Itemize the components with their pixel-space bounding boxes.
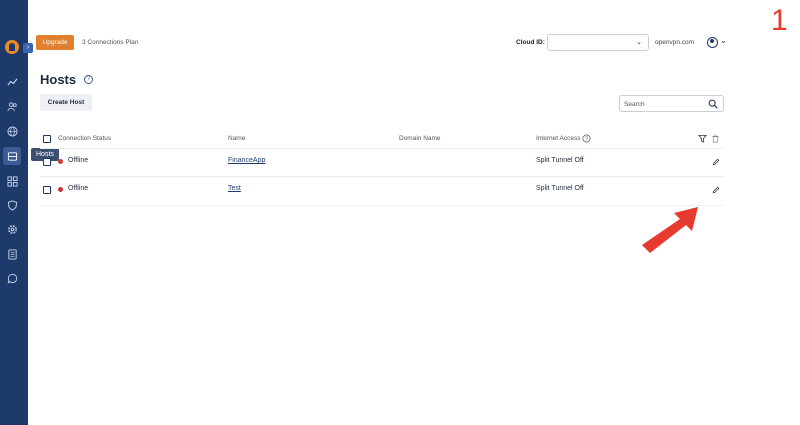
sidebar-expand-icon[interactable]: › <box>23 43 33 53</box>
edit-pencil-icon[interactable] <box>712 158 720 166</box>
row-internet-access: Split Tunnel Off <box>536 185 584 192</box>
header-divider <box>40 148 724 149</box>
chevron-down-icon: ⌄ <box>636 39 642 46</box>
nav-hosts-icon[interactable] <box>3 147 21 165</box>
internet-access-help-icon[interactable]: ? <box>582 134 591 143</box>
upgrade-button[interactable]: Upgrade <box>36 35 74 50</box>
header-internet-access[interactable]: Internet Access <box>536 135 580 142</box>
host-name-link[interactable]: Test <box>228 185 241 192</box>
offline-status-dot <box>58 159 63 164</box>
nav-analytics-icon[interactable] <box>5 74 19 88</box>
plan-text: 3 Connections Plan <box>82 39 139 46</box>
domain-text: openvpn.com <box>655 39 695 46</box>
header-name[interactable]: Name <box>228 135 245 142</box>
row-checkbox[interactable] <box>43 158 51 166</box>
host-name-link[interactable]: FinanceApp <box>228 157 265 164</box>
nav-apps-icon[interactable] <box>5 174 19 188</box>
nav-support-chat-icon[interactable] <box>5 271 19 285</box>
row-checkbox[interactable] <box>43 186 51 194</box>
search-input[interactable] <box>624 99 704 109</box>
row-internet-access: Split Tunnel Off <box>536 157 584 164</box>
nav-networks-icon[interactable] <box>5 124 19 138</box>
nav-users-icon[interactable] <box>5 99 19 113</box>
nav-settings-gear-icon[interactable] <box>5 222 19 236</box>
cloud-id-label: Cloud ID: <box>516 39 545 46</box>
row-status: Offline <box>68 185 89 192</box>
offline-status-dot <box>58 187 63 192</box>
nav-security-shield-icon[interactable] <box>5 198 19 212</box>
search-icon[interactable] <box>708 99 718 109</box>
header-domain-name[interactable]: Domain Name <box>399 135 441 142</box>
header-connection-status[interactable]: Connection Status <box>58 135 111 142</box>
cloud-id-select[interactable]: ⌄ <box>547 34 649 51</box>
row-divider <box>40 176 724 177</box>
page-title: Hosts <box>40 72 77 87</box>
svg-text:?: ? <box>585 136 588 142</box>
filter-icon[interactable] <box>698 134 707 143</box>
edit-pencil-icon[interactable] <box>712 186 720 194</box>
select-all-checkbox[interactable] <box>43 135 51 143</box>
step-number: 1 <box>771 4 788 37</box>
annotation-arrow-icon <box>642 207 698 253</box>
row-status: Offline <box>68 157 89 164</box>
user-avatar-icon <box>707 37 718 48</box>
sidebar: › <box>0 0 33 425</box>
create-host-button[interactable]: Create Host <box>40 94 92 111</box>
user-menu[interactable]: ⌄ <box>707 36 729 49</box>
nav-logs-icon[interactable] <box>5 247 19 261</box>
search-box[interactable] <box>619 95 724 112</box>
chevron-down-icon: ⌄ <box>720 36 727 45</box>
openvpn-logo-icon[interactable] <box>5 40 19 54</box>
help-icon[interactable]: ? <box>84 75 93 84</box>
delete-trash-icon[interactable] <box>711 134 720 143</box>
row-divider <box>40 205 724 206</box>
